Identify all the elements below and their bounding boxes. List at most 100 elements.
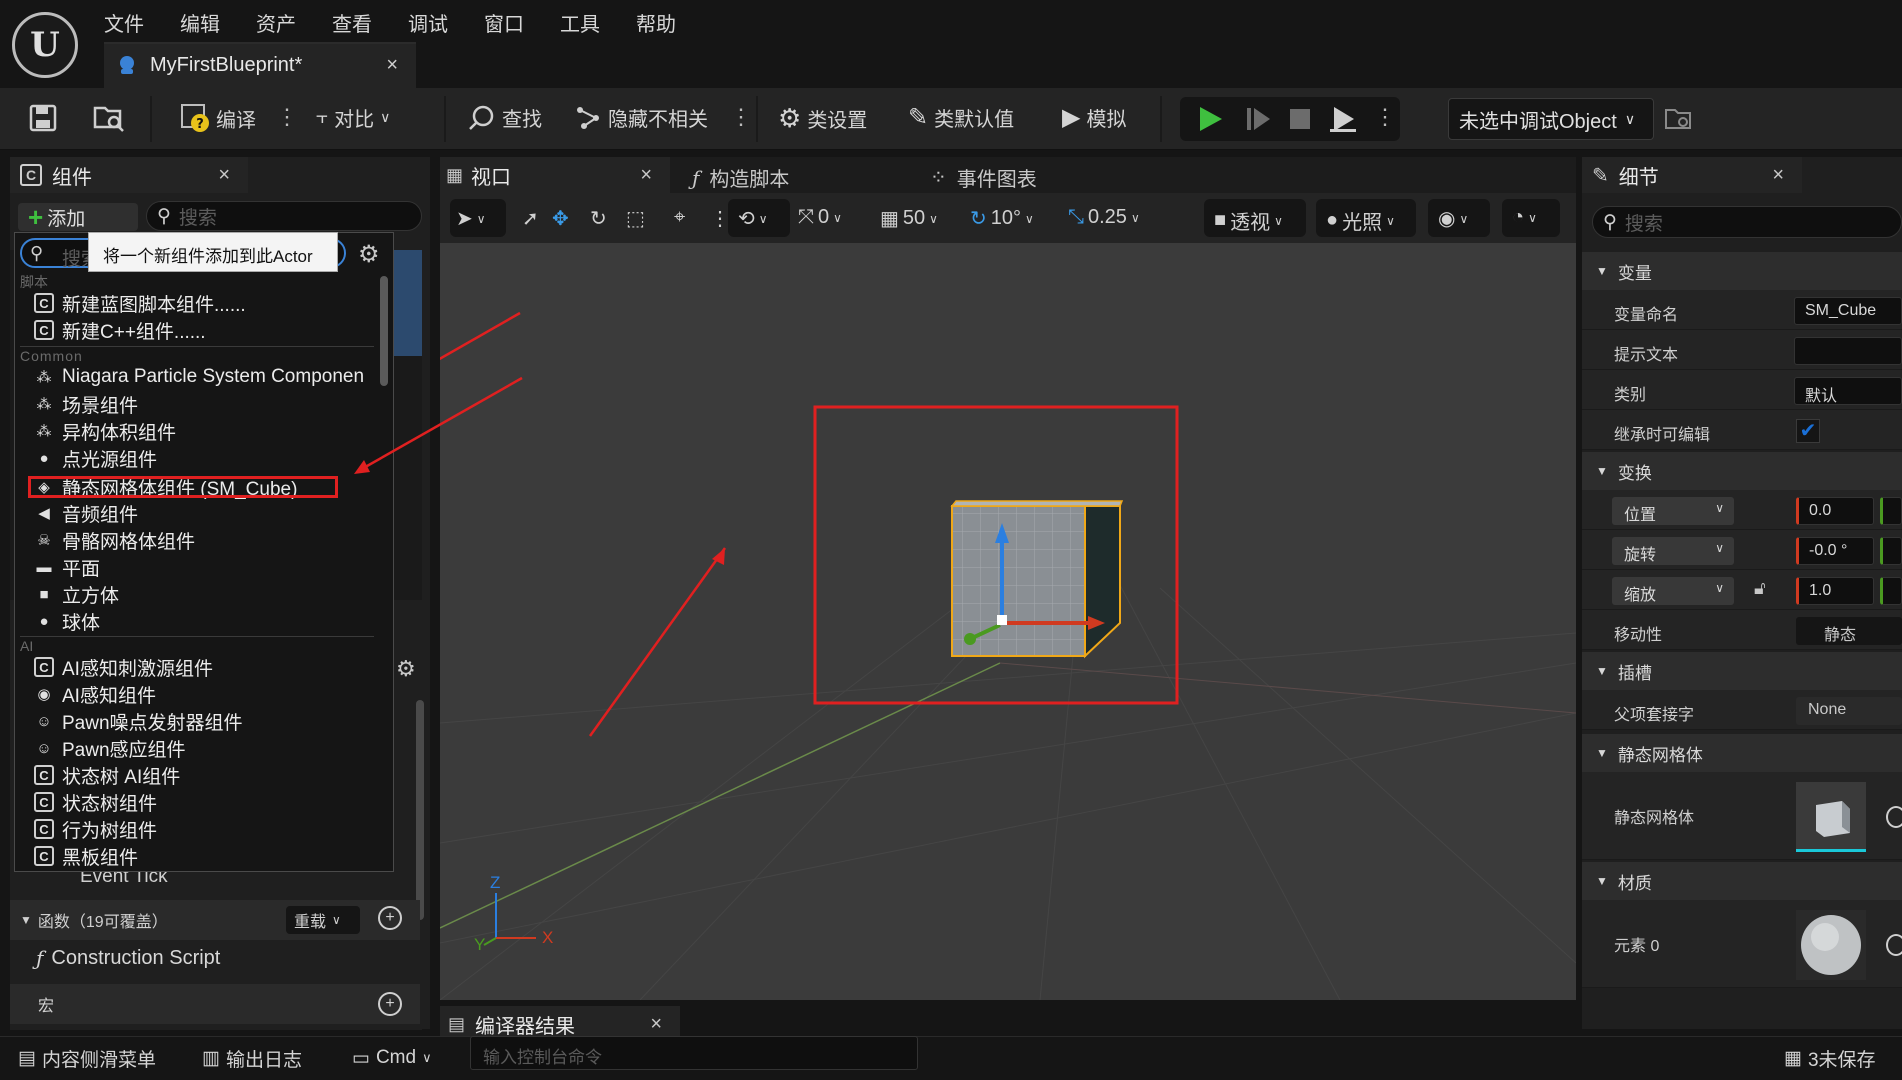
hide-unrelated-button[interactable]: 隐藏不相关 (574, 103, 708, 132)
dropdown-item-plane[interactable]: ▬ 平面 (34, 554, 101, 580)
menu-help[interactable]: 帮助 (636, 8, 676, 37)
scale-snap-button[interactable]: ⤡ 0.25 ∨ (1068, 206, 1140, 229)
menu-window[interactable]: 窗口 (484, 8, 524, 37)
menu-tools[interactable]: 工具 (560, 8, 600, 37)
add-component-button[interactable]: + 添加 (18, 202, 138, 232)
material-thumbnail[interactable] (1796, 910, 1866, 980)
construction-script-item[interactable]: ƒ Construction Script (36, 946, 220, 970)
rotate-icon[interactable]: ↻ (590, 206, 607, 231)
menu-view[interactable]: 查看 (332, 8, 372, 37)
rotation-dropdown[interactable]: 旋转 ∨ (1612, 537, 1734, 565)
angle-snap-button[interactable]: ↻ 10° ∨ (970, 206, 1034, 231)
editable-checkbox[interactable]: ✔ (1796, 419, 1820, 443)
menu-assets[interactable]: 资产 (256, 8, 296, 37)
menu-edit[interactable]: 编辑 (180, 8, 220, 37)
details-search-input[interactable]: ⚲ 搜索 (1592, 206, 1902, 238)
unsaved-button[interactable]: ▦ 3未保存 (1772, 1040, 1888, 1076)
section-sockets[interactable]: ▼ 插槽 (1582, 652, 1902, 690)
dropdown-item-pawn-noise[interactable]: ☺ Pawn噪点发射器组件 (34, 708, 242, 734)
functions-section[interactable]: ▼ 函数（19可覆盖） 重载 ∨ + (10, 900, 420, 940)
cube-mesh[interactable] (950, 500, 1124, 659)
tooltip-field[interactable] (1794, 337, 1902, 365)
parent-socket-field[interactable]: None (1796, 697, 1902, 725)
menu-debug[interactable]: 调试 (408, 8, 448, 37)
location-dropdown[interactable]: 位置 ∨ (1612, 497, 1734, 525)
grid-snap-button[interactable]: ▦ 50 ∨ (880, 206, 938, 231)
content-drawer-button[interactable]: ▤ 内容侧滑菜单 (6, 1040, 168, 1076)
class-settings-button[interactable]: ⚙ 类设置 (778, 103, 867, 134)
lock-icon[interactable]: 🔓︎ (1754, 578, 1766, 599)
mobility-toggle[interactable]: 静态 (1796, 617, 1902, 645)
save-icon[interactable] (28, 103, 58, 138)
dropdown-item-state-tree[interactable]: C 状态树组件 (34, 789, 157, 815)
location-x-field[interactable]: 0.0 (1796, 497, 1874, 525)
components-search-input[interactable]: ⚲ 搜索 (146, 201, 422, 231)
add-function-icon[interactable]: + (378, 906, 402, 930)
category-field[interactable]: 默认 (1794, 377, 1902, 405)
mesh-browse-icon[interactable] (1886, 806, 1902, 828)
eject-icon[interactable] (1328, 105, 1358, 138)
variable-name-field[interactable]: SM_Cube (1794, 297, 1902, 325)
scale-x-field[interactable]: 1.0 (1796, 577, 1874, 605)
stop-icon[interactable] (1286, 105, 1314, 138)
rotation-x-field[interactable]: -0.0 ° (1796, 537, 1874, 565)
macros-section[interactable]: 宏 + (10, 984, 420, 1024)
tab-event-graph[interactable]: ⁘ 事件图表 (930, 163, 1037, 192)
debug-browse-icon[interactable] (1664, 106, 1692, 137)
material-browse-icon[interactable] (1886, 934, 1902, 956)
menu-file[interactable]: 文件 (104, 8, 144, 37)
dropdown-item-new-cpp[interactable]: C 新建C++组件...... (34, 317, 206, 343)
compiler-close-icon[interactable]: × (650, 1013, 662, 1036)
rotation-y-field[interactable] (1880, 537, 1902, 565)
simulate-button[interactable]: ▶ 模拟 (1062, 103, 1126, 132)
scale-dropdown[interactable]: 缩放 ∨ (1612, 577, 1734, 605)
static-mesh-thumbnail[interactable] (1796, 782, 1866, 852)
override-dropdown[interactable]: 重载 ∨ (286, 906, 360, 934)
document-tab-close-icon[interactable]: × (386, 54, 398, 77)
dropdown-item-behavior-tree[interactable]: C 行为树组件 (34, 816, 157, 842)
components-tab[interactable]: C 组件 × (10, 157, 248, 193)
dropdown-item-point-light[interactable]: ● 点光源组件 (34, 445, 157, 471)
browse-icon[interactable] (92, 103, 126, 138)
play-icon[interactable] (1196, 105, 1224, 138)
dropdown-settings-icon[interactable]: ⚙ (358, 240, 380, 269)
dropdown-item-state-tree-ai[interactable]: C 状态树 AI组件 (34, 762, 180, 788)
dropdown-item-blackboard[interactable]: C 黑板组件 (34, 843, 138, 869)
viewport-3d[interactable]: Z X Y (440, 243, 1576, 1000)
components-tab-close-icon[interactable]: × (218, 164, 230, 187)
dropdown-item-audio[interactable]: ◀ 音频组件 (34, 500, 138, 526)
tab-construction-script[interactable]: ƒ 构造脚本 (692, 163, 789, 192)
world-local-icon[interactable]: ⌖ (674, 206, 685, 229)
console-input[interactable]: 输入控制台命令 (470, 1036, 918, 1070)
section-variable[interactable]: ▼ 变量 (1582, 252, 1902, 290)
compile-options-icon[interactable]: ⋮ (276, 104, 298, 130)
document-tab[interactable]: MyFirstBlueprint* × (104, 42, 416, 88)
dropdown-item-ai-perception[interactable]: ◉ AI感知组件 (34, 681, 156, 707)
unreal-logo-icon[interactable]: U (12, 12, 78, 78)
dropdown-item-new-blueprint-script[interactable]: C 新建蓝图脚本组件...... (34, 290, 246, 316)
scrollbar[interactable] (416, 700, 424, 920)
details-close-icon[interactable]: × (1772, 164, 1784, 187)
dropdown-item-skeletal-mesh[interactable]: ☠ 骨骼网格体组件 (34, 527, 195, 553)
add-macro-icon[interactable]: + (378, 992, 402, 1016)
advance-frame-icon[interactable] (1244, 105, 1272, 138)
dropdown-item-scene[interactable]: ⁂ 场景组件 (34, 391, 139, 417)
dropdown-item-volume[interactable]: ⁂ 异构体积组件 (34, 418, 177, 444)
compile-button[interactable]: ? 编译 (180, 103, 256, 133)
location-y-field[interactable] (1880, 497, 1902, 525)
output-log-button[interactable]: ▥ 输出日志 (190, 1040, 314, 1076)
tab-viewport-close-icon[interactable]: × (640, 164, 652, 187)
dropdown-item-pawn-sensing[interactable]: ☺ Pawn感应组件 (34, 735, 185, 761)
dropdown-item-ai-stimuli[interactable]: C AI感知刺激源组件 (34, 654, 213, 680)
diff-button[interactable]: ⫟ 对比 ∨ (316, 103, 390, 132)
class-defaults-button[interactable]: ✎ 类默认值 (908, 103, 1014, 132)
play-options-icon[interactable]: ⋮ (1374, 104, 1396, 130)
translate-icon[interactable]: ✥ (552, 206, 569, 231)
my-blueprint-settings-icon[interactable]: ⚙ (396, 656, 416, 682)
dropdown-item-sphere[interactable]: ● 球体 (34, 608, 100, 634)
section-static-mesh[interactable]: ▼ 静态网格体 (1582, 734, 1902, 772)
viewport-options-icon[interactable]: ⋮ (710, 206, 730, 231)
find-button[interactable]: 查找 (468, 103, 542, 132)
debug-object-select[interactable]: 未选中调试Object ∨ (1448, 98, 1654, 140)
rotation-snap-button[interactable]: ⤧ 0 ∨ (798, 206, 842, 229)
